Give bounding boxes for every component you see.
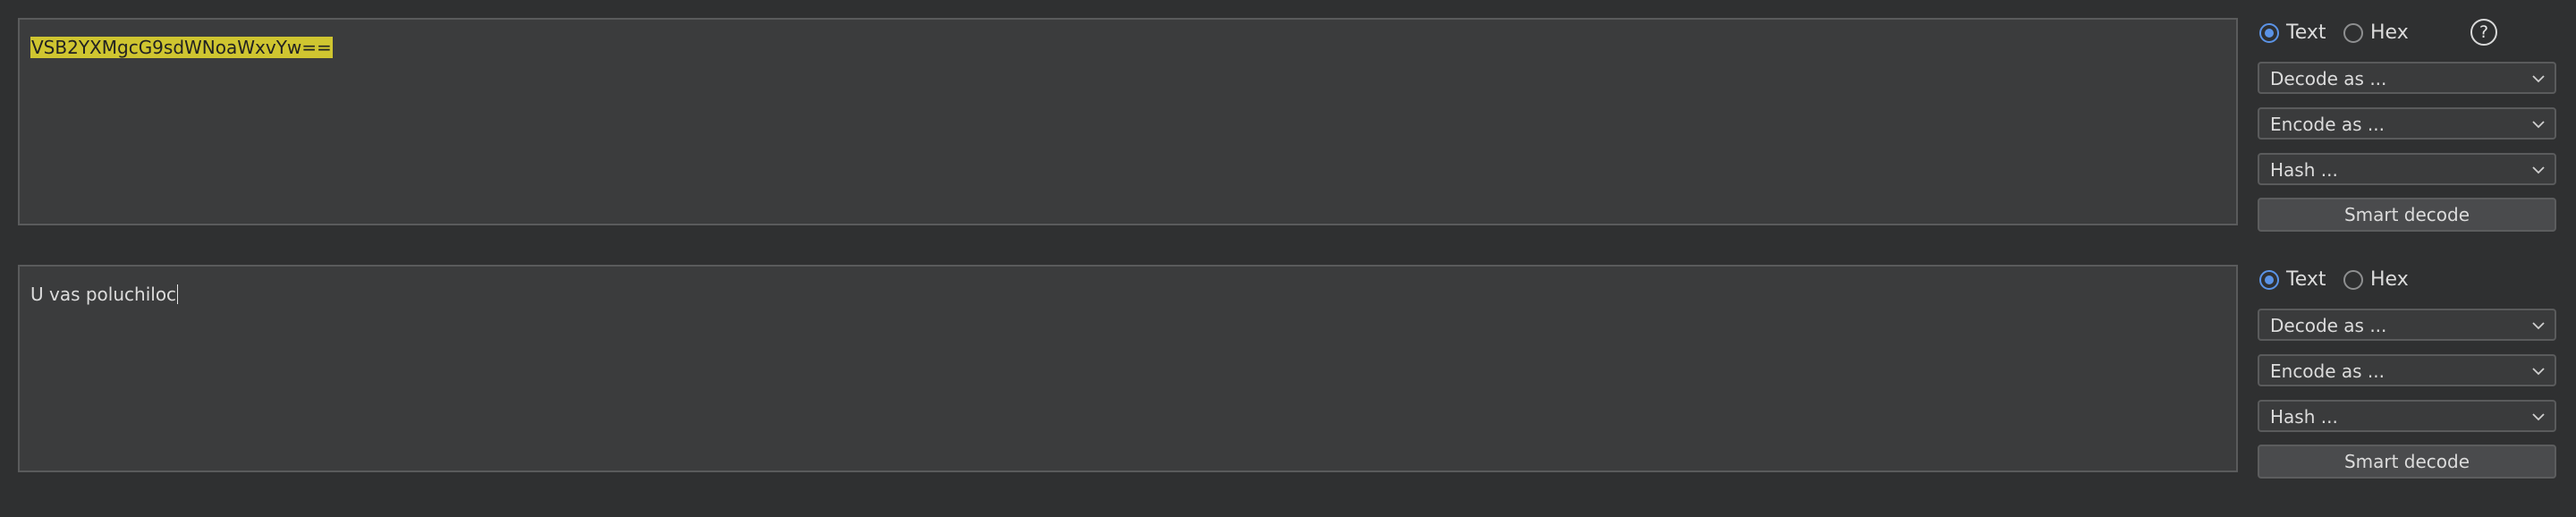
decoder-panel-2: U vas poluchiloc Text Hex Decode as ... … [0,247,2576,517]
text-content: VSB2YXMgcG9sdWNoaWxvYw== [30,36,333,59]
hash-label: Hash ... [2270,406,2338,428]
chevron-down-icon [2532,166,2545,174]
text-radio[interactable] [2259,23,2279,43]
output-text: U vas poluchiloc [30,284,177,305]
encode-as-dropdown[interactable]: Encode as ... [2258,107,2556,140]
output-text-area[interactable]: U vas poluchiloc [18,265,2238,472]
hex-radio-label[interactable]: Hex [2370,22,2409,44]
decoder-panel-1: VSB2YXMgcG9sdWNoaWxvYw== Text Hex ? Deco… [0,0,2576,247]
text-radio[interactable] [2259,270,2279,290]
input-text-area[interactable]: VSB2YXMgcG9sdWNoaWxvYw== [18,18,2238,225]
text-radio-label[interactable]: Text [2286,22,2326,44]
chevron-down-icon [2532,368,2545,376]
decode-as-label: Decode as ... [2270,315,2387,336]
help-icon[interactable]: ? [2470,19,2497,46]
decode-as-label: Decode as ... [2270,68,2387,89]
chevron-down-icon [2532,413,2545,421]
smart-decode-button[interactable]: Smart decode [2258,445,2556,479]
controls-panel-1: Text Hex ? Decode as ... Encode as ... H… [2258,18,2558,232]
encode-as-dropdown[interactable]: Encode as ... [2258,354,2556,386]
format-radio-group: Text Hex [2258,265,2558,295]
controls-panel-2: Text Hex Decode as ... Encode as ... Has… [2258,265,2558,479]
smart-decode-button[interactable]: Smart decode [2258,198,2556,232]
decode-as-dropdown[interactable]: Decode as ... [2258,62,2556,94]
encode-as-label: Encode as ... [2270,114,2385,135]
hex-radio-label[interactable]: Hex [2370,269,2409,291]
chevron-down-icon [2532,75,2545,83]
text-content: U vas poluchiloc [30,283,179,306]
hex-radio[interactable] [2343,23,2363,43]
hash-label: Hash ... [2270,159,2338,181]
hex-radio[interactable] [2343,270,2363,290]
encode-as-label: Encode as ... [2270,360,2385,382]
selected-text: VSB2YXMgcG9sdWNoaWxvYw== [30,37,333,58]
hash-dropdown[interactable]: Hash ... [2258,153,2556,185]
text-radio-label[interactable]: Text [2286,269,2326,291]
format-radio-group: Text Hex ? [2258,18,2558,48]
chevron-down-icon [2532,322,2545,330]
text-caret [177,284,179,304]
chevron-down-icon [2532,121,2545,129]
hash-dropdown[interactable]: Hash ... [2258,400,2556,432]
decode-as-dropdown[interactable]: Decode as ... [2258,309,2556,341]
